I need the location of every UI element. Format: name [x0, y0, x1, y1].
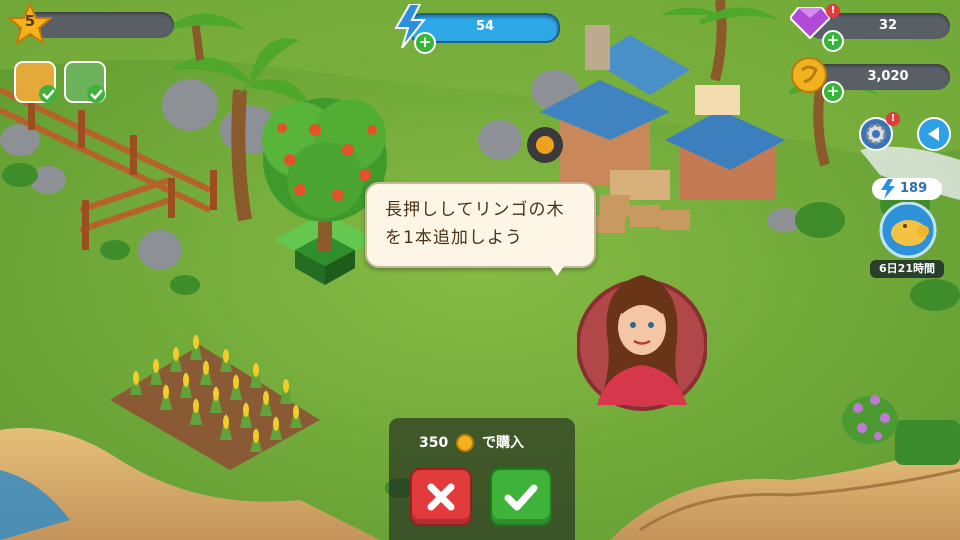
add-energy-button[interactable]: +: [414, 32, 436, 54]
purchase-panel: 350 で購入: [389, 418, 575, 540]
piggy-energy-value: 189: [900, 181, 928, 196]
checkmark-icon: [504, 484, 538, 511]
energy-value: 54: [475, 19, 495, 34]
gems-alert-icon: !: [826, 4, 840, 18]
level-badge[interactable]: 5: [6, 1, 54, 46]
cross-icon: [427, 483, 455, 511]
add-gems-button[interactable]: +: [822, 30, 844, 52]
lightning-icon: [881, 179, 895, 199]
coin-icon: [456, 434, 475, 452]
advisor-portrait: [576, 275, 708, 411]
gems-value: 32: [878, 18, 898, 33]
hint-text: 長押ししてリンゴの木を1本追加しよう: [385, 200, 565, 248]
confirm-button[interactable]: [490, 468, 552, 526]
piggy-timer: 6日21時間: [870, 260, 944, 278]
piggy-bank-panel[interactable]: 189 6日21時間: [870, 178, 948, 278]
purchase-price: 350: [419, 435, 449, 451]
cancel-button[interactable]: [410, 468, 472, 526]
level-number: 5: [24, 12, 36, 30]
bubble-tail: [547, 262, 567, 276]
settings-alert-icon: !: [886, 112, 900, 126]
piggy-bank-icon: [879, 202, 937, 258]
piggy-energy-pill: 189: [872, 178, 942, 200]
add-coins-button[interactable]: +: [822, 81, 844, 103]
purchase-suffix: で購入: [481, 435, 524, 451]
hint-speech-bubble: 長押ししてリンゴの木を1本追加しよう: [365, 182, 596, 276]
advisor-avatar: [576, 265, 708, 413]
coins-value: 3,020: [867, 69, 909, 84]
back-button[interactable]: [916, 116, 952, 152]
play-left-icon: [917, 117, 951, 151]
purchase-price-row: 350 で購入: [419, 432, 524, 452]
